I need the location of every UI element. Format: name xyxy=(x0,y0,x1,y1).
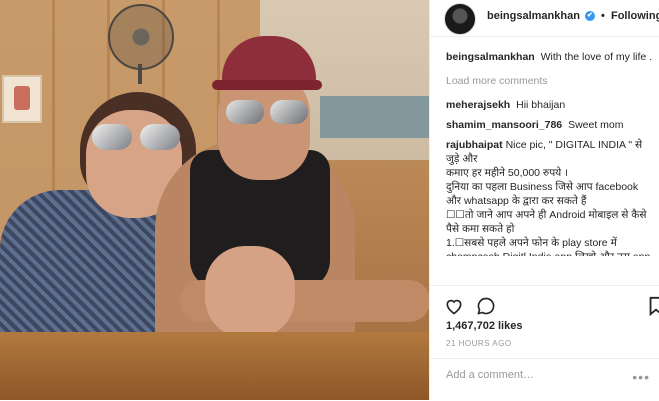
comment-username[interactable]: rajubhaipat xyxy=(446,139,503,151)
wooden-table xyxy=(0,332,429,400)
comments-list: beingsalmankhan With the love of my life… xyxy=(446,50,654,262)
caption-text: With the love of my life . xyxy=(540,51,653,63)
wall-fan xyxy=(108,4,174,70)
comment-text: Sweet mom xyxy=(568,119,624,131)
comment-text: Hii bhaijan xyxy=(516,99,566,111)
comment-username[interactable]: meherajsekh xyxy=(446,99,510,111)
comment-text: Nice pic, " DIGITAL INDIA " से जुड़े और … xyxy=(446,139,650,256)
comment-username[interactable]: shamim_mansoori_786 xyxy=(446,119,562,131)
likes-count[interactable]: 1,467,702 likes xyxy=(446,320,522,332)
comment-bubble-icon[interactable] xyxy=(476,296,496,316)
add-comment-placeholder[interactable]: Add a comment… xyxy=(446,369,534,381)
post-actions: 1,467,702 likes 21 HOURS AGO xyxy=(430,285,659,356)
following-button[interactable]: Following xyxy=(611,10,659,22)
post-caption: beingsalmankhan With the love of my life… xyxy=(446,50,654,64)
post-timestamp[interactable]: 21 HOURS AGO xyxy=(446,339,512,348)
man-cap-brim xyxy=(212,80,322,90)
heart-icon[interactable] xyxy=(444,296,464,316)
bookmark-icon[interactable] xyxy=(646,296,659,317)
avatar[interactable] xyxy=(444,3,476,35)
load-more-comments-link[interactable]: Load more comments xyxy=(446,74,654,88)
woman-sunglasses xyxy=(92,124,182,150)
comment-item: meherajsekh Hii bhaijan xyxy=(446,98,654,112)
post-header: beingsalmankhan ✔ • Following xyxy=(430,0,659,37)
add-comment-field[interactable]: Add a comment… ••• xyxy=(430,358,659,401)
post-photo[interactable] xyxy=(0,0,429,400)
caption-username[interactable]: beingsalmankhan xyxy=(446,51,535,63)
wall-frame xyxy=(2,75,42,123)
post-side-panel: beingsalmankhan ✔ • Following beingsalma… xyxy=(429,0,659,400)
header-user: beingsalmankhan ✔ • Following xyxy=(487,10,659,22)
verified-badge-icon: ✔ xyxy=(584,11,595,22)
wall-fan-stand xyxy=(138,64,142,84)
comment-item: rajubhaipat Nice pic, " DIGITAL INDIA " स… xyxy=(446,138,654,256)
comment-item: shamim_mansoori_786 Sweet mom xyxy=(446,118,654,132)
ellipsis-icon[interactable]: ••• xyxy=(632,369,650,385)
man-sunglasses xyxy=(226,100,310,126)
woman-hands xyxy=(205,246,295,338)
background-window xyxy=(320,96,429,138)
separator-dot: • xyxy=(601,10,605,22)
username-link[interactable]: beingsalmankhan xyxy=(487,10,580,22)
